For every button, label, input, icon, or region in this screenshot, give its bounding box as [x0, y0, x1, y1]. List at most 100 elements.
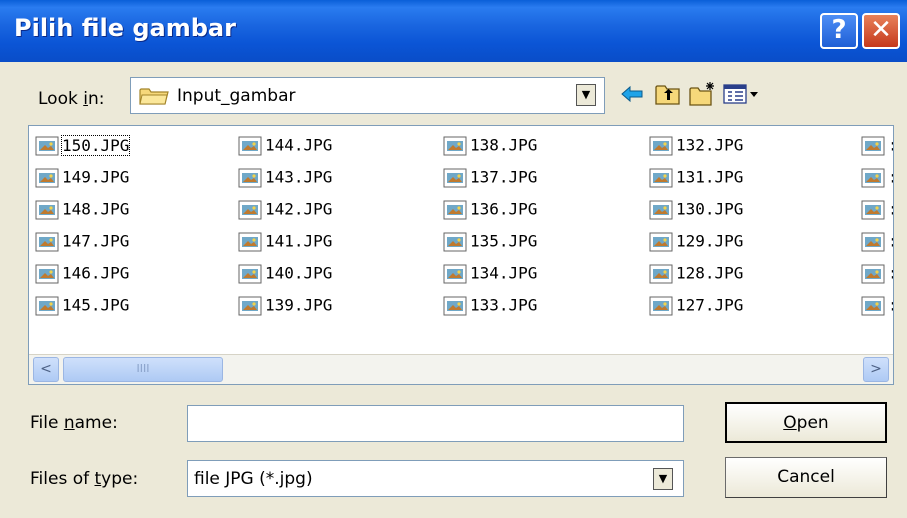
file-item[interactable]: 130.JPG: [649, 196, 743, 222]
chevron-right-icon: >: [870, 361, 882, 377]
jpg-file-icon: [649, 168, 673, 187]
jpg-file-icon: [443, 136, 467, 155]
file-item[interactable]: 129.JPG: [649, 228, 743, 254]
file-name: 143.JPG: [265, 167, 333, 187]
jpg-file-icon: [35, 232, 59, 251]
file-name-label: File name:: [30, 413, 118, 433]
jpg-file-icon: [443, 168, 467, 187]
file-item[interactable]: 127.JPG: [649, 292, 743, 318]
chevron-left-icon: <: [40, 361, 52, 377]
file-name: 129.JPG: [676, 231, 744, 251]
file-item[interactable]: 139.JPG: [238, 292, 332, 318]
jpg-file-icon: [35, 168, 59, 187]
file-name: :: [888, 136, 893, 155]
jpg-file-icon: [649, 232, 673, 251]
file-item[interactable]: :: [861, 292, 893, 318]
jpg-file-icon: [443, 296, 467, 315]
look-in-value: Input_gambar: [177, 86, 296, 106]
file-item[interactable]: :: [861, 196, 893, 222]
jpg-file-icon: [238, 264, 262, 283]
file-item[interactable]: 132.JPG: [649, 132, 743, 158]
file-item[interactable]: 145.JPG: [35, 292, 129, 318]
file-item[interactable]: 136.JPG: [443, 196, 537, 222]
file-item[interactable]: 143.JPG: [238, 164, 332, 190]
file-item[interactable]: 128.JPG: [649, 260, 743, 286]
up-one-level-icon[interactable]: [654, 80, 682, 108]
file-name: 147.JPG: [62, 231, 130, 251]
jpg-file-icon: [35, 200, 59, 219]
file-item[interactable]: 147.JPG: [35, 228, 129, 254]
horizontal-scrollbar[interactable]: < IIII >: [29, 354, 893, 384]
folder-icon: [139, 88, 169, 105]
chevron-down-icon[interactable]: ▼: [653, 468, 673, 490]
file-item[interactable]: :: [861, 132, 893, 158]
file-name: 138.JPG: [470, 135, 538, 155]
file-item[interactable]: 142.JPG: [238, 196, 332, 222]
file-name: 134.JPG: [470, 263, 538, 283]
file-item[interactable]: :: [861, 260, 893, 286]
file-name: 140.JPG: [265, 263, 333, 283]
close-button[interactable]: ✕: [862, 13, 900, 49]
jpg-file-icon: [861, 168, 885, 187]
file-item[interactable]: 150.JPG: [35, 132, 131, 158]
file-name: 141.JPG: [265, 231, 333, 251]
cancel-button[interactable]: Cancel: [725, 457, 887, 498]
file-name: 128.JPG: [676, 263, 744, 283]
new-folder-icon[interactable]: [688, 80, 716, 108]
file-name: 137.JPG: [470, 167, 538, 187]
scroll-right-button[interactable]: >: [863, 357, 889, 382]
file-name: 142.JPG: [265, 199, 333, 219]
file-item[interactable]: 144.JPG: [238, 132, 332, 158]
chevron-down-icon[interactable]: ▼: [576, 84, 596, 106]
open-button[interactable]: Open: [725, 402, 887, 443]
jpg-file-icon: [35, 296, 59, 315]
jpg-file-icon: [35, 264, 59, 283]
file-item[interactable]: :: [861, 164, 893, 190]
file-name: :: [888, 296, 893, 315]
look-in-label: Look in:: [38, 89, 105, 109]
file-name: :: [888, 232, 893, 251]
file-item[interactable]: 134.JPG: [443, 260, 537, 286]
file-item[interactable]: 140.JPG: [238, 260, 332, 286]
file-name: 131.JPG: [676, 167, 744, 187]
jpg-file-icon: [443, 264, 467, 283]
close-icon: ✕: [870, 15, 892, 45]
file-item[interactable]: 148.JPG: [35, 196, 129, 222]
file-item[interactable]: 131.JPG: [649, 164, 743, 190]
help-button[interactable]: ?: [820, 13, 858, 49]
jpg-file-icon: [649, 200, 673, 219]
file-name: 149.JPG: [62, 167, 130, 187]
jpg-file-icon: [649, 136, 673, 155]
file-item[interactable]: 149.JPG: [35, 164, 129, 190]
jpg-file-icon: [861, 296, 885, 315]
file-name: 130.JPG: [676, 199, 744, 219]
file-item[interactable]: 141.JPG: [238, 228, 332, 254]
file-item[interactable]: 133.JPG: [443, 292, 537, 318]
file-item[interactable]: :: [861, 228, 893, 254]
file-type-dropdown[interactable]: file JPG (*.jpg) ▼: [187, 460, 684, 497]
back-arrow-icon[interactable]: [618, 80, 646, 108]
jpg-file-icon: [649, 264, 673, 283]
jpg-file-icon: [443, 232, 467, 251]
file-name: 146.JPG: [62, 263, 130, 283]
jpg-file-icon: [35, 136, 59, 155]
help-icon: ?: [831, 15, 847, 45]
jpg-file-icon: [861, 264, 885, 283]
file-item[interactable]: 135.JPG: [443, 228, 537, 254]
jpg-file-icon: [861, 200, 885, 219]
file-list[interactable]: 150.JPG 149.JPG 148.JPG 147.JPG 146.JPG 145.J…: [28, 125, 894, 385]
file-item[interactable]: 138.JPG: [443, 132, 537, 158]
file-item[interactable]: 137.JPG: [443, 164, 537, 190]
file-name: 145.JPG: [62, 295, 130, 315]
title-bar: Pilih file gambar ? ✕: [0, 0, 907, 62]
scroll-left-button[interactable]: <: [33, 357, 59, 382]
file-name-input[interactable]: [187, 405, 684, 442]
file-name: 148.JPG: [62, 199, 130, 219]
view-menu-icon[interactable]: [722, 80, 762, 108]
scroll-thumb[interactable]: IIII: [63, 357, 223, 382]
jpg-file-icon: [238, 136, 262, 155]
jpg-file-icon: [861, 136, 885, 155]
file-item[interactable]: 146.JPG: [35, 260, 129, 286]
jpg-file-icon: [238, 168, 262, 187]
look-in-dropdown[interactable]: Input_gambar ▼: [130, 77, 605, 114]
